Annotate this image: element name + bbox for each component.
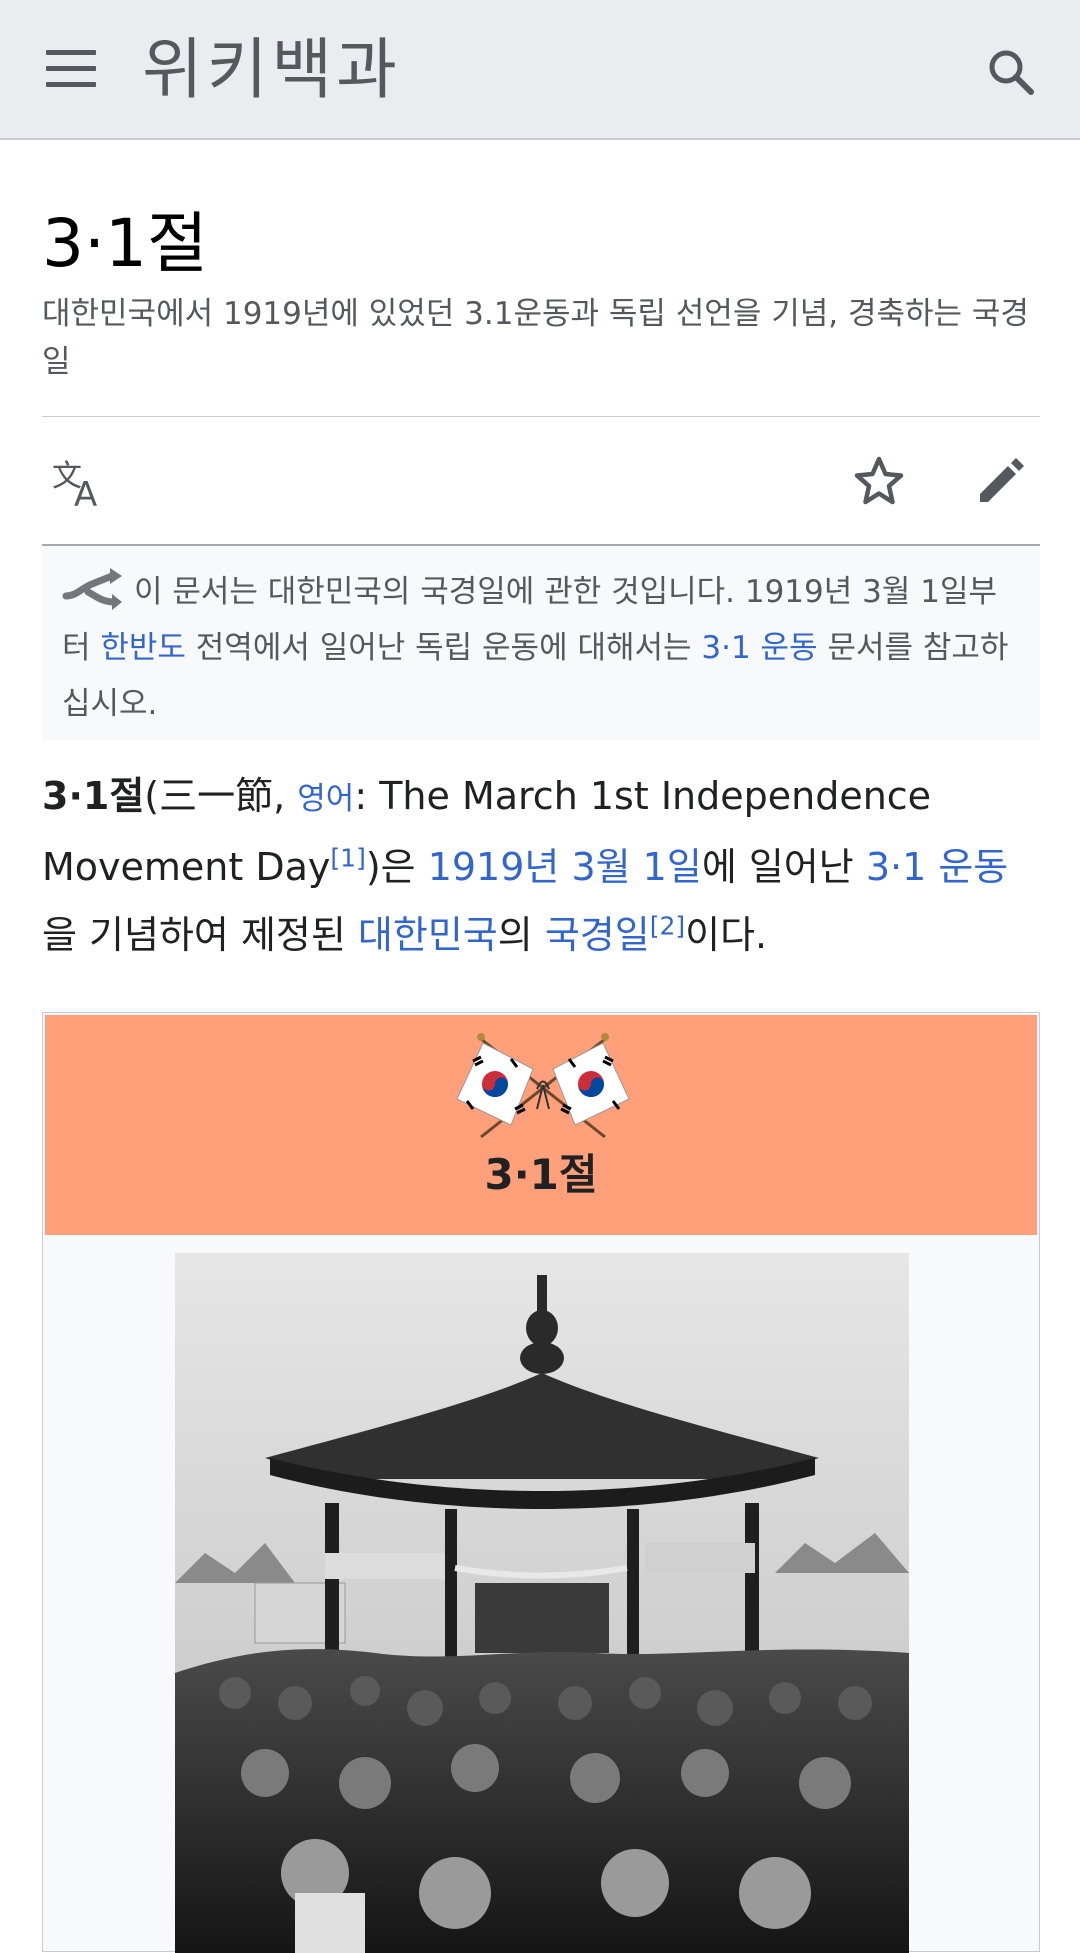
bold-title: 3·1절 — [42, 774, 145, 818]
lead-text: )은 — [365, 845, 428, 889]
link-english[interactable]: 영어 — [297, 781, 354, 817]
divider — [42, 416, 1040, 417]
link-national-holiday[interactable]: 국경일 — [545, 913, 650, 957]
infobox-header: 3·1절 — [45, 1015, 1037, 1235]
page-actions: 文 A — [42, 418, 1040, 544]
link-korean-peninsula[interactable]: 한반도 — [100, 630, 186, 666]
page-title: 3·1절 — [42, 205, 208, 282]
infobox-title: 3·1절 — [484, 1150, 598, 1199]
lead-text: 에 일어난 — [701, 845, 866, 889]
disambiguation-icon — [62, 568, 122, 610]
star-icon[interactable] — [852, 454, 906, 508]
page-description: 대한민국에서 1919년에 있었던 3.1운동과 독립 선언을 기념, 경축하는… — [42, 296, 1029, 380]
hatnote-text: 전역에서 일어난 독립 운동에 대해서는 — [185, 630, 702, 666]
lead-paragraph: 3·1절(三一節, 영어: The March 1st Independence… — [42, 762, 1042, 969]
pencil-icon[interactable] — [974, 454, 1028, 508]
link-march-first-movement[interactable]: 3·1 운동 — [701, 630, 817, 666]
search-icon[interactable] — [985, 46, 1037, 98]
lead-text: 의 — [497, 913, 545, 957]
language-icon[interactable]: 文 A — [50, 456, 106, 512]
hatnote: 이 문서는 대한민국의 국경일에 관한 것입니다. 1919년 3월 1일부터 … — [42, 546, 1040, 740]
lead-text: 이다. — [685, 913, 768, 957]
link-country[interactable]: 대한민국 — [358, 913, 498, 957]
link-date[interactable]: 1919년 3월 1일 — [428, 845, 702, 889]
lead-text: (三一節, — [144, 774, 298, 818]
infobox: 3·1절 — [42, 1012, 1040, 1953]
crossed-flags-icon[interactable] — [445, 1029, 641, 1141]
hamburger-menu-icon[interactable] — [46, 50, 96, 88]
svg-text:A: A — [74, 475, 97, 512]
link-movement[interactable]: 3·1 운동 — [866, 845, 1008, 889]
reference-1[interactable]: [1] — [330, 843, 365, 872]
top-bar: 위키백과 — [0, 0, 1080, 140]
lead-text: 을 기념하여 제정된 — [42, 913, 358, 957]
pavilion-crowd-photo[interactable] — [175, 1253, 909, 1953]
reference-2[interactable]: [2] — [650, 911, 685, 940]
site-wordmark[interactable]: 위키백과 — [142, 26, 401, 114]
